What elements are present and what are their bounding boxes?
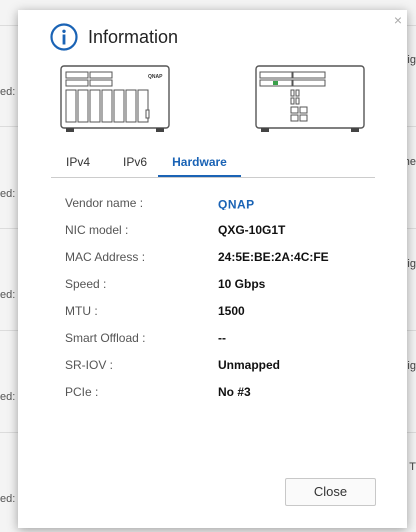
mac-address-label: MAC Address : <box>65 250 146 264</box>
mtu-value: 1500 <box>218 304 245 318</box>
pcie-value: No #3 <box>218 385 251 399</box>
smart-offload-label: Smart Offload : <box>65 331 146 345</box>
qnap-logo: QNAP <box>218 198 255 210</box>
pcie-label: PCIe : <box>65 385 99 399</box>
tab-ipv4[interactable]: IPv4 <box>51 153 105 175</box>
bg-label: ed: <box>0 289 16 301</box>
dialog-title: Information <box>88 26 179 47</box>
close-icon[interactable]: × <box>394 12 402 28</box>
bg-label: ed: <box>0 86 16 98</box>
nas-rear-illustration <box>255 65 365 132</box>
bg-label: ed: <box>0 391 16 403</box>
speed-value: 10 Gbps <box>218 277 266 291</box>
close-button[interactable]: Close <box>285 478 376 506</box>
bg-label: ed: <box>0 188 16 200</box>
smart-offload-value: -- <box>218 331 226 345</box>
speed-label: Speed : <box>65 277 107 291</box>
dialog-header: Information <box>50 22 178 52</box>
nic-model-value: QXG-10G1T <box>218 223 286 237</box>
nic-model-label: NIC model : <box>65 223 129 237</box>
info-icon <box>50 23 78 51</box>
svg-text:QNAP: QNAP <box>218 198 255 210</box>
tab-bar: IPv4 IPv6 Hardware <box>51 153 375 178</box>
bg-label: ed: <box>0 493 16 505</box>
nas-front-illustration: QNAP <box>60 65 170 132</box>
sr-iov-label: SR-IOV : <box>65 358 114 372</box>
vendor-name-label: Vendor name : <box>65 196 144 210</box>
mac-address-value: 24:5E:BE:2A:4C:FE <box>218 250 329 264</box>
svg-text:QNAP: QNAP <box>148 74 163 80</box>
bg-fragment: T <box>409 461 416 473</box>
information-dialog: × Information QNAP IPv4 IPv6 Hardware Ve… <box>18 10 407 528</box>
mtu-label: MTU : <box>65 304 98 318</box>
tab-ipv6[interactable]: IPv6 <box>109 153 161 175</box>
tab-hardware[interactable]: Hardware <box>158 153 241 177</box>
sr-iov-value: Unmapped <box>218 358 281 372</box>
